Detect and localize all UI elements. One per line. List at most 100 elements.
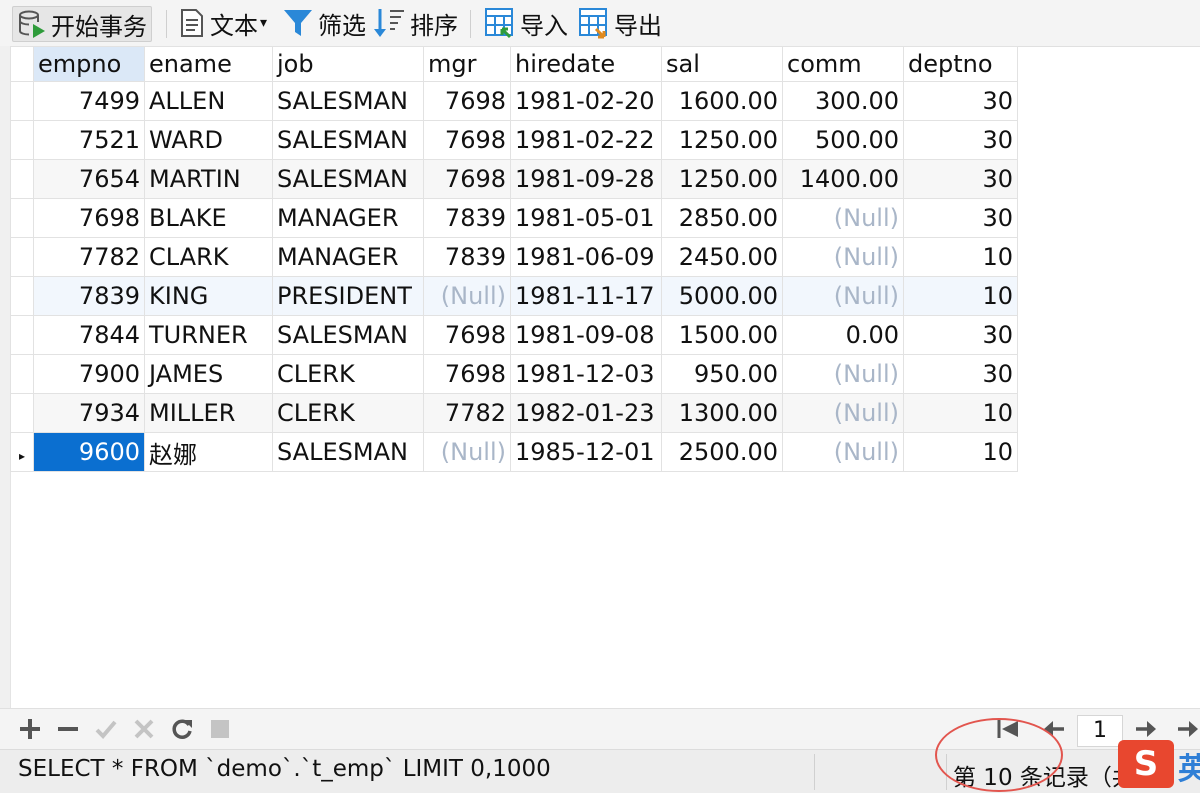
- cell-comm[interactable]: (Null): [782, 354, 904, 394]
- cell-empno[interactable]: 7698: [33, 198, 145, 238]
- stop-button[interactable]: [208, 717, 232, 741]
- export-button[interactable]: 导出: [578, 6, 662, 40]
- cell-comm[interactable]: (Null): [782, 198, 904, 238]
- table-row[interactable]: 7839 KING PRESIDENT (Null) 1981-11-17 5000.00…: [10, 276, 1018, 316]
- cell-comm[interactable]: 300.00: [782, 81, 904, 121]
- cell-job[interactable]: SALESMAN: [272, 120, 424, 160]
- cell-mgr[interactable]: 7782: [423, 393, 511, 433]
- apply-changes-button[interactable]: [94, 717, 118, 741]
- table-row[interactable]: 7521 WARD SALESMAN 7698 1981-02-22 1250.00 500…: [10, 120, 1018, 160]
- import-button[interactable]: 导入: [484, 6, 568, 40]
- cell-mgr[interactable]: 7698: [423, 315, 511, 355]
- cell-comm[interactable]: 500.00: [782, 120, 904, 160]
- add-record-button[interactable]: [18, 717, 42, 741]
- cell-hiredate[interactable]: 1981-09-28: [510, 159, 662, 199]
- cell-deptno[interactable]: 10: [903, 432, 1018, 472]
- cell-sal[interactable]: 2500.00: [661, 432, 783, 472]
- row-indicator[interactable]: [10, 354, 34, 394]
- row-indicator[interactable]: [10, 237, 34, 277]
- cell-ename[interactable]: WARD: [144, 120, 273, 160]
- cell-mgr[interactable]: 7698: [423, 120, 511, 160]
- cell-mgr[interactable]: 7839: [423, 237, 511, 277]
- cell-deptno[interactable]: 10: [903, 276, 1018, 316]
- cell-job[interactable]: CLERK: [272, 354, 424, 394]
- sort-button[interactable]: 排序: [372, 6, 458, 40]
- cell-comm[interactable]: (Null): [782, 276, 904, 316]
- cell-mgr[interactable]: 7698: [423, 81, 511, 121]
- text-button[interactable]: 文本 ▾: [178, 6, 267, 40]
- column-header-deptno[interactable]: deptno: [903, 46, 1018, 82]
- row-indicator[interactable]: [10, 315, 34, 355]
- begin-transaction-button[interactable]: 开始事务: [12, 6, 152, 42]
- cell-sal[interactable]: 1500.00: [661, 315, 783, 355]
- cell-hiredate[interactable]: 1981-02-20: [510, 81, 662, 121]
- table-row[interactable]: ▸ 9600 赵娜 SALESMAN (Null) 1985-12-01 2500.00 (N…: [10, 432, 1018, 472]
- delete-record-button[interactable]: [56, 717, 80, 741]
- cell-job[interactable]: SALESMAN: [272, 315, 424, 355]
- cell-ename[interactable]: MILLER: [144, 393, 273, 433]
- cell-ename[interactable]: CLARK: [144, 237, 273, 277]
- cell-hiredate[interactable]: 1981-09-08: [510, 315, 662, 355]
- cell-hiredate[interactable]: 1982-01-23: [510, 393, 662, 433]
- cell-deptno[interactable]: 30: [903, 81, 1018, 121]
- cell-comm[interactable]: (Null): [782, 237, 904, 277]
- cell-job[interactable]: PRESIDENT: [272, 276, 424, 316]
- table-row[interactable]: 7698 BLAKE MANAGER 7839 1981-05-01 2850.00 (Nu…: [10, 198, 1018, 238]
- filter-button[interactable]: 筛选: [282, 6, 366, 40]
- cell-mgr[interactable]: 7839: [423, 198, 511, 238]
- cell-deptno[interactable]: 30: [903, 315, 1018, 355]
- cell-comm[interactable]: (Null): [782, 432, 904, 472]
- cell-ename[interactable]: BLAKE: [144, 198, 273, 238]
- table-row[interactable]: 7782 CLARK MANAGER 7839 1981-06-09 2450.00 (Nu…: [10, 237, 1018, 277]
- cell-ename[interactable]: 赵娜: [144, 432, 273, 472]
- cell-job[interactable]: CLERK: [272, 393, 424, 433]
- cell-job[interactable]: MANAGER: [272, 198, 424, 238]
- cell-sal[interactable]: 5000.00: [661, 276, 783, 316]
- refresh-button[interactable]: [170, 717, 194, 741]
- row-indicator[interactable]: [10, 120, 34, 160]
- table-row[interactable]: 7499 ALLEN SALESMAN 7698 1981-02-20 1600.00 30…: [10, 81, 1018, 121]
- discard-changes-button[interactable]: [132, 717, 156, 741]
- cell-mgr[interactable]: 7698: [423, 159, 511, 199]
- cell-hiredate[interactable]: 1981-12-03: [510, 354, 662, 394]
- cell-comm[interactable]: 1400.00: [782, 159, 904, 199]
- cell-deptno[interactable]: 10: [903, 393, 1018, 433]
- cell-hiredate[interactable]: 1981-05-01: [510, 198, 662, 238]
- table-row[interactable]: 7654 MARTIN SALESMAN 7698 1981-09-28 1250.00 1…: [10, 159, 1018, 199]
- cell-hiredate[interactable]: 1981-11-17: [510, 276, 662, 316]
- cell-sal[interactable]: 1600.00: [661, 81, 783, 121]
- table-row[interactable]: 7844 TURNER SALESMAN 7698 1981-09-08 1500.00 0…: [10, 315, 1018, 355]
- cell-empno[interactable]: 7839: [33, 276, 145, 316]
- cell-ename[interactable]: KING: [144, 276, 273, 316]
- table-row[interactable]: 7900 JAMES CLERK 7698 1981-12-03 950.00 (Null)…: [10, 354, 1018, 394]
- cell-sal[interactable]: 2850.00: [661, 198, 783, 238]
- cell-ename[interactable]: MARTIN: [144, 159, 273, 199]
- column-header-job[interactable]: job: [272, 46, 424, 82]
- row-indicator[interactable]: [10, 393, 34, 433]
- cell-sal[interactable]: 2450.00: [661, 237, 783, 277]
- cell-empno[interactable]: 7782: [33, 237, 145, 277]
- row-indicator[interactable]: [10, 159, 34, 199]
- cell-job[interactable]: SALESMAN: [272, 159, 424, 199]
- cell-sal[interactable]: 1250.00: [661, 120, 783, 160]
- next-page-button[interactable]: [1134, 717, 1158, 741]
- row-indicator[interactable]: ▸: [10, 432, 34, 472]
- cell-sal[interactable]: 950.00: [661, 354, 783, 394]
- cell-ename[interactable]: TURNER: [144, 315, 273, 355]
- column-header-mgr[interactable]: mgr: [423, 46, 511, 82]
- column-header-hiredate[interactable]: hiredate: [510, 46, 662, 82]
- cell-empno[interactable]: 9600: [33, 432, 145, 472]
- cell-empno[interactable]: 7934: [33, 393, 145, 433]
- cell-empno[interactable]: 7521: [33, 120, 145, 160]
- column-header-sal[interactable]: sal: [661, 46, 783, 82]
- table-row[interactable]: 7934 MILLER CLERK 7782 1982-01-23 1300.00 (Nul…: [10, 393, 1018, 433]
- cell-deptno[interactable]: 30: [903, 198, 1018, 238]
- column-header-ename[interactable]: ename: [144, 46, 273, 82]
- cell-mgr[interactable]: (Null): [423, 432, 511, 472]
- cell-deptno[interactable]: 30: [903, 354, 1018, 394]
- page-number-input[interactable]: 1: [1077, 715, 1123, 747]
- cell-empno[interactable]: 7654: [33, 159, 145, 199]
- cell-job[interactable]: SALESMAN: [272, 81, 424, 121]
- ime-logo-icon[interactable]: S: [1118, 740, 1174, 788]
- cell-ename[interactable]: ALLEN: [144, 81, 273, 121]
